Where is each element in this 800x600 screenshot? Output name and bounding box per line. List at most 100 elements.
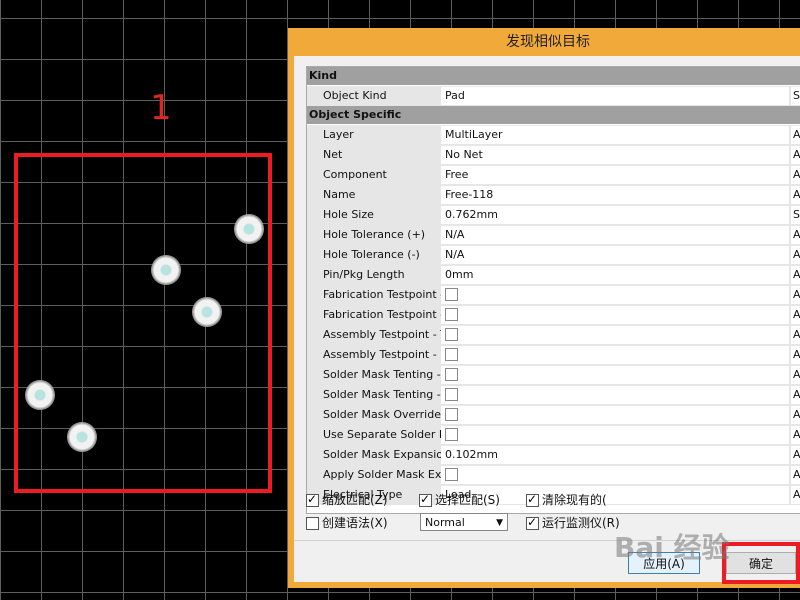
property-match[interactable]: An [791, 346, 800, 364]
property-name: Use Separate Solder M [323, 428, 449, 441]
checkbox-icon[interactable] [306, 517, 319, 530]
checkbox-icon[interactable] [526, 492, 539, 507]
property-name: Fabrication Testpoint - [323, 308, 445, 321]
property-match[interactable]: An [791, 286, 800, 304]
option-label: 清除现有的( [542, 493, 607, 507]
property-checkbox[interactable] [445, 327, 458, 341]
property-value[interactable] [441, 306, 789, 324]
property-name: Solder Mask Tenting - T [323, 368, 451, 381]
property-row[interactable]: Component FreeAn [307, 165, 800, 185]
property-name: Net [323, 148, 343, 161]
category-label: Object Specific [309, 108, 402, 121]
property-match[interactable]: An [791, 466, 800, 484]
property-value[interactable] [441, 466, 789, 484]
property-match[interactable]: Sa [791, 206, 800, 224]
property-row[interactable]: Hole Tolerance (-) N/AAn [307, 245, 800, 265]
property-grid[interactable]: Kind Object Kind Pad Sa Object Specific … [306, 66, 800, 514]
property-row[interactable]: Apply Solder Mask Exp An [307, 465, 800, 485]
zoom-matching-checkbox[interactable]: 缩放匹配(Z) [306, 491, 388, 508]
property-row[interactable]: Use Separate Solder M An [307, 425, 800, 445]
property-value[interactable]: Free-118 [441, 186, 789, 204]
property-checkbox[interactable] [445, 427, 458, 441]
property-value[interactable]: N/A [441, 246, 789, 264]
property-name: Fabrication Testpoint - [323, 288, 445, 301]
property-match[interactable]: An [791, 146, 800, 164]
property-match[interactable]: An [791, 426, 800, 444]
property-name: Component [323, 168, 387, 181]
property-value[interactable] [441, 286, 789, 304]
run-inspector-checkbox[interactable]: 运行监测仪(R) [526, 514, 620, 531]
property-name: Object Kind [323, 89, 387, 102]
property-value[interactable]: N/A [441, 226, 789, 244]
option-label: 运行监测仪(R) [542, 516, 620, 530]
property-row[interactable]: Fabrication Testpoint - An [307, 305, 800, 325]
property-row[interactable]: Assembly Testpoint - B An [307, 345, 800, 365]
property-value[interactable] [441, 426, 789, 444]
property-name: Solder Mask Expansion [323, 448, 451, 461]
property-row[interactable]: Assembly Testpoint - To An [307, 325, 800, 345]
property-value[interactable]: 0.762mm [441, 206, 789, 224]
property-match[interactable]: An [791, 366, 800, 384]
category-object-specific[interactable]: Object Specific [307, 106, 800, 124]
property-row[interactable]: Solder Mask Tenting - B An [307, 385, 800, 405]
property-value[interactable] [441, 346, 789, 364]
selection-box-annotation [14, 153, 272, 493]
property-match[interactable]: An [791, 306, 800, 324]
property-value[interactable] [441, 326, 789, 344]
property-name: Hole Tolerance (-) [323, 248, 420, 261]
property-checkbox[interactable] [445, 387, 458, 401]
property-match[interactable]: An [791, 446, 800, 464]
property-checkbox[interactable] [445, 367, 458, 381]
property-row[interactable]: Pin/Pkg Length 0mmAn [307, 265, 800, 285]
property-value[interactable] [441, 406, 789, 424]
property-row[interactable]: Solder Mask Override An [307, 405, 800, 425]
property-value[interactable]: 0mm [441, 266, 789, 284]
property-row[interactable]: Net No NetAn [307, 145, 800, 165]
property-value[interactable] [441, 386, 789, 404]
property-match[interactable]: An [791, 246, 800, 264]
property-checkbox[interactable] [445, 307, 458, 321]
property-row-object-kind[interactable]: Object Kind Pad Sa [307, 86, 800, 106]
property-row[interactable]: Solder Mask Expansion0.102mmAn [307, 445, 800, 465]
property-value[interactable]: Pad [441, 87, 789, 105]
property-name: Assembly Testpoint - B [323, 348, 448, 361]
property-row[interactable]: Hole Tolerance (+) N/AAn [307, 225, 800, 245]
property-name: Assembly Testpoint - To [323, 328, 451, 341]
property-row[interactable]: Name Free-118An [307, 185, 800, 205]
checkbox-icon[interactable] [419, 492, 432, 507]
property-value[interactable] [441, 366, 789, 384]
category-label: Kind [309, 69, 337, 82]
property-value[interactable]: No Net [441, 146, 789, 164]
clear-existing-checkbox[interactable]: 清除现有的( [526, 491, 607, 508]
property-match[interactable]: An [791, 126, 800, 144]
property-match[interactable]: An [791, 326, 800, 344]
select-matching-checkbox[interactable]: 选择匹配(S) [419, 491, 500, 508]
mask-mode-dropdown[interactable]: Normal ▼ [420, 513, 508, 531]
checkbox-icon[interactable] [306, 492, 319, 507]
dialog-title[interactable]: 发现相似目标 [288, 28, 800, 56]
property-checkbox[interactable] [445, 407, 458, 421]
property-value[interactable]: 0.102mm [441, 446, 789, 464]
property-checkbox[interactable] [445, 467, 458, 481]
property-match[interactable]: An [791, 166, 800, 184]
property-checkbox[interactable] [445, 287, 458, 301]
property-match[interactable]: An [791, 406, 800, 424]
category-kind[interactable]: Kind [307, 67, 800, 85]
property-row[interactable]: Hole Size 0.762mmSa [307, 205, 800, 225]
property-match[interactable]: Sa [791, 87, 800, 105]
property-row[interactable]: Solder Mask Tenting - T An [307, 365, 800, 385]
property-match[interactable]: An [791, 226, 800, 244]
property-match[interactable]: An [791, 266, 800, 284]
create-expression-checkbox[interactable]: 创建语法(X) [306, 514, 388, 531]
property-value[interactable]: MultiLayer [441, 126, 789, 144]
property-match[interactable]: An [791, 486, 800, 504]
checkbox-icon[interactable] [526, 515, 539, 530]
property-match[interactable]: An [791, 186, 800, 204]
property-value[interactable]: Free [441, 166, 789, 184]
property-name: Apply Solder Mask Exp [323, 468, 449, 481]
property-match[interactable]: An [791, 386, 800, 404]
property-row[interactable]: Fabrication Testpoint - An [307, 285, 800, 305]
property-row[interactable]: Layer MultiLayerAn [307, 125, 800, 145]
property-checkbox[interactable] [445, 347, 458, 361]
property-name: Name [323, 188, 356, 201]
